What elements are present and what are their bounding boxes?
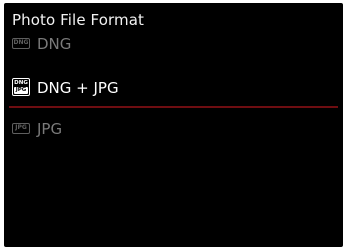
selection-divider	[9, 106, 338, 108]
option-jpg[interactable]: JPG JPG	[4, 116, 343, 146]
camera-menu-screen: Photo File Format DNG DNG DNG JPG DNG + …	[4, 3, 343, 247]
dng-file-icon: DNG	[12, 38, 30, 49]
jpg-file-icon: JPG	[12, 123, 30, 134]
option-dng[interactable]: DNG DNG	[4, 31, 343, 61]
option-label-dng: DNG	[37, 35, 72, 53]
option-dng-jpg[interactable]: DNG JPG DNG + JPG	[4, 75, 343, 105]
icon-text-dng: DNG	[14, 80, 28, 86]
option-label-dng-jpg: DNG + JPG	[37, 79, 119, 97]
icon-text-jpg: JPG	[14, 87, 28, 94]
option-label-jpg: JPG	[37, 120, 63, 138]
page-title: Photo File Format	[12, 11, 144, 29]
dng-jpg-file-icon: DNG JPG	[12, 78, 30, 96]
